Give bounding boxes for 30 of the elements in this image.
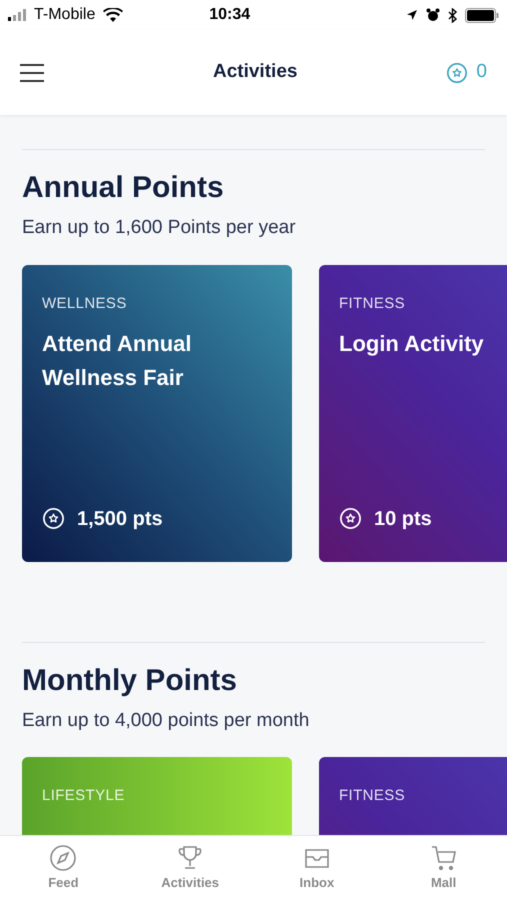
card-category: WELLNESS <box>42 294 128 314</box>
tab-bar-item[interactable]: Mall <box>380 836 507 900</box>
location-icon <box>406 9 418 21</box>
card-category: FITNESS <box>339 294 406 314</box>
activity-card[interactable]: LIFESTYLE <box>22 757 292 835</box>
bluetooth-icon <box>448 8 457 22</box>
section-heading: Annual Points <box>22 170 225 206</box>
compass-icon <box>48 843 78 874</box>
activity-card[interactable]: FITNESS <box>319 757 507 835</box>
card-points: 10 pts <box>374 506 432 532</box>
card-category: FITNESS <box>339 786 406 806</box>
page-title: Activities <box>212 60 298 84</box>
card-points: 1,500 pts <box>77 506 163 532</box>
wifi-icon <box>103 8 124 22</box>
card-title: Attend Annual Wellness Fair <box>42 330 192 392</box>
activity-card[interactable]: FITNESS Login Activity 10 pts <box>319 264 507 562</box>
section-heading: Monthly Points <box>22 662 238 698</box>
battery-icon <box>465 8 499 22</box>
section-subtitle: Earn up to 1,600 Points per year <box>22 216 297 240</box>
card-category: LIFESTYLE <box>42 786 126 806</box>
menu-icon[interactable] <box>20 64 44 82</box>
tab-bar-item[interactable]: Activities <box>126 836 254 900</box>
tab-bar-item[interactable]: Feed <box>0 836 127 900</box>
card-title: Login Activity <box>339 330 485 358</box>
carrier-name: T-Mobile <box>34 5 96 25</box>
clock-time: 10:34 <box>209 5 250 25</box>
points-count: 0 <box>476 60 487 84</box>
activity-card[interactable]: WELLNESS Attend Annual Wellness Fair 1,500 pts <box>22 264 292 562</box>
section-subtitle: Earn up to 4,000 points per month <box>22 708 310 732</box>
tab-bar-item[interactable]: Inbox <box>254 836 380 900</box>
